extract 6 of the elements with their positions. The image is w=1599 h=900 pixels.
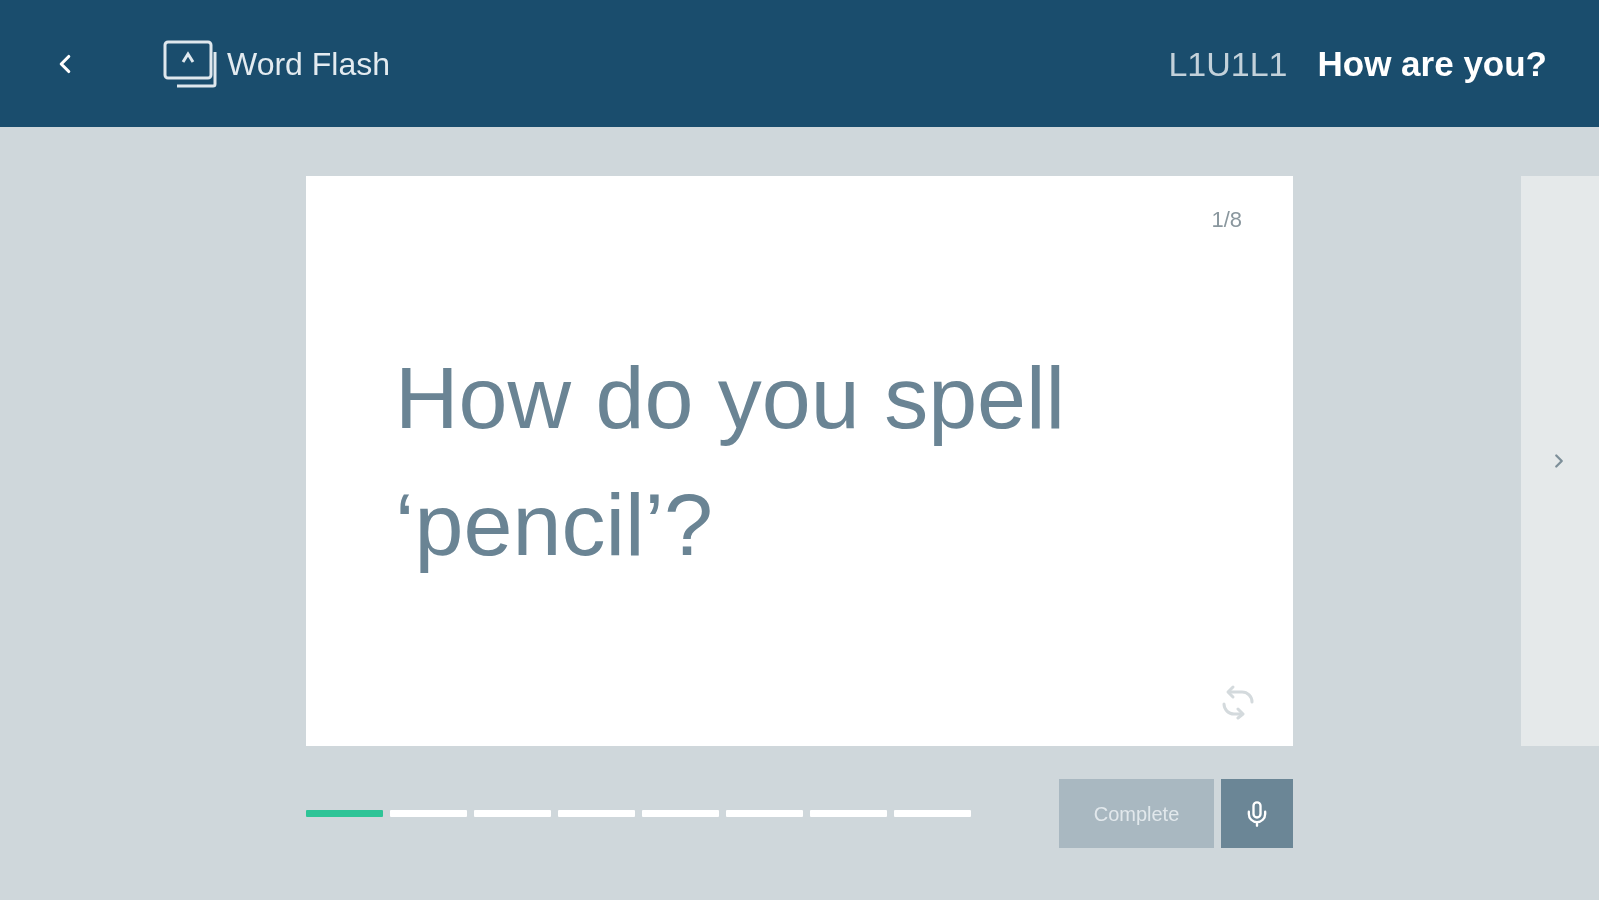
card-counter: 1/8 [1211, 209, 1242, 231]
lesson-code: L1U1L1 [1168, 46, 1288, 81]
lesson-title: How are you? [1317, 46, 1547, 81]
card-question: How do you spell ‘pencil’? [395, 347, 1067, 576]
app-title: Word Flash [227, 47, 390, 80]
microphone-button[interactable] [1221, 779, 1293, 848]
